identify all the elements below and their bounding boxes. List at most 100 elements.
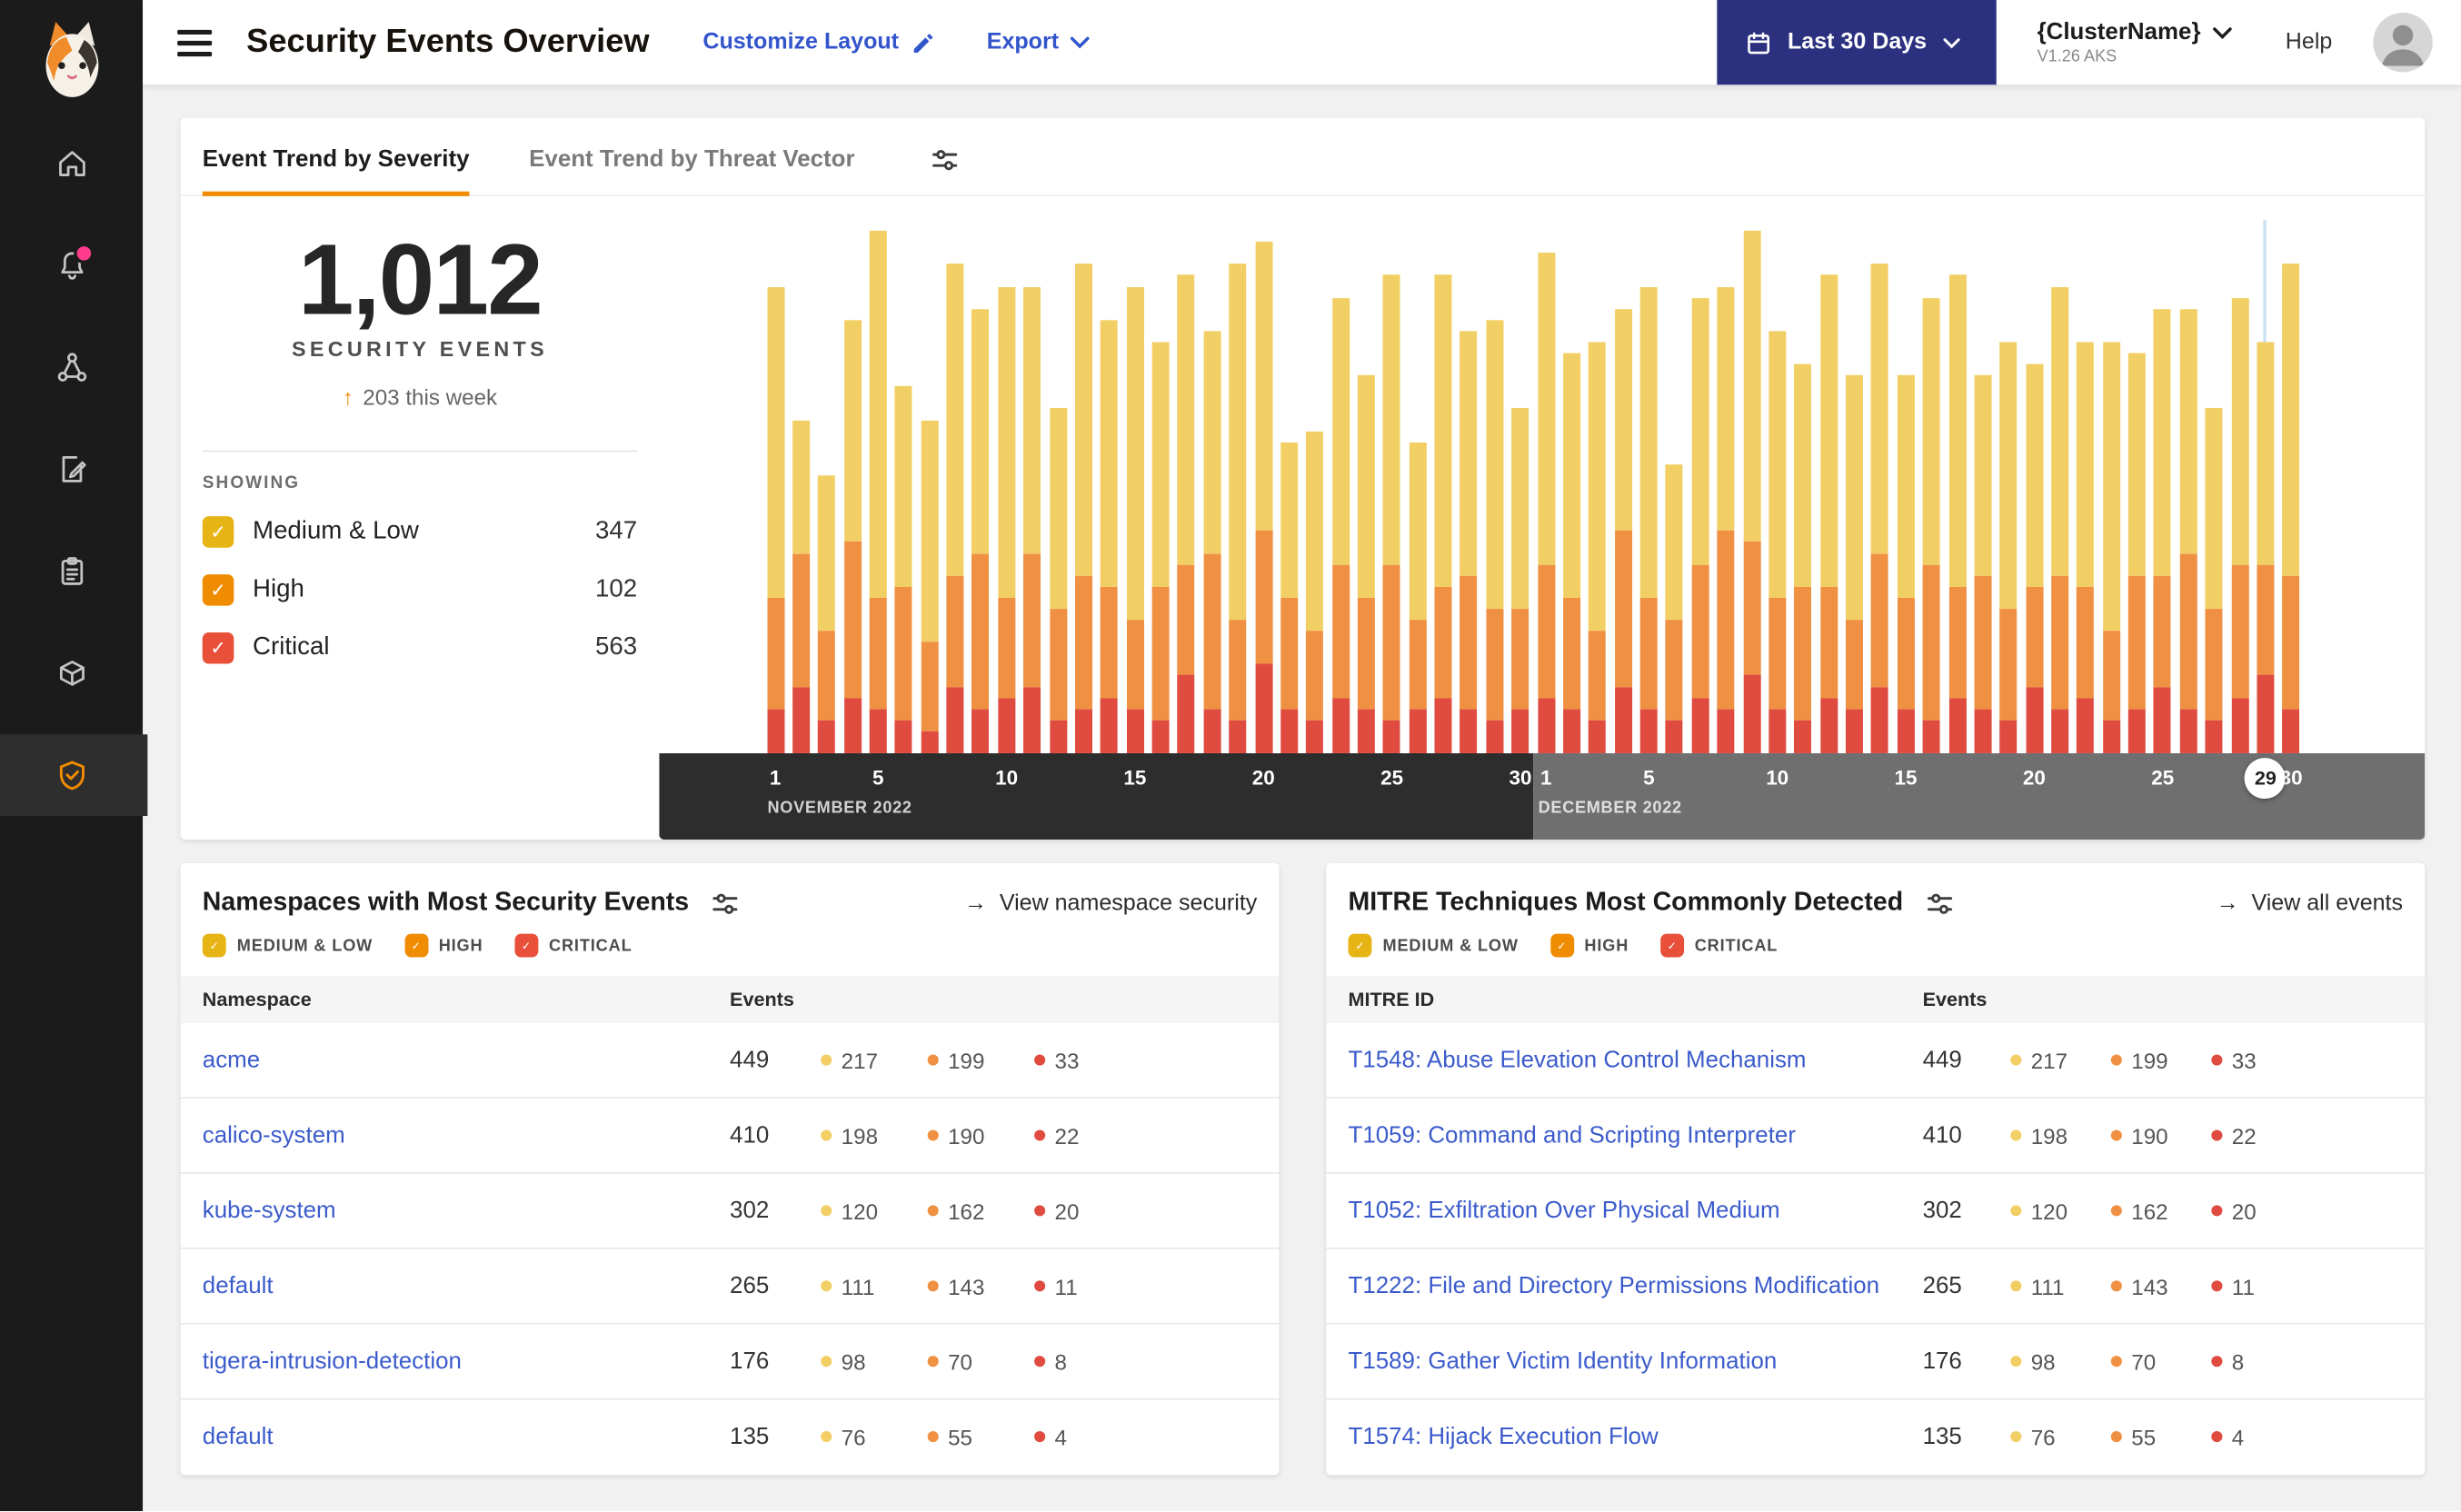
namespace-link[interactable]: default: [203, 1423, 730, 1449]
severity-chip[interactable]: ✓ HIGH: [1549, 933, 1629, 958]
chart-bar[interactable]: [1101, 220, 1119, 753]
chart-bar[interactable]: [1254, 220, 1272, 753]
namespaces-filter-settings-icon[interactable]: [711, 889, 739, 917]
chart-bar[interactable]: [1769, 220, 1787, 753]
namespace-link[interactable]: kube-system: [203, 1198, 730, 1224]
sidebar-item-home[interactable]: [0, 123, 143, 204]
namespace-link[interactable]: default: [203, 1273, 730, 1299]
calico-logo[interactable]: [35, 15, 107, 100]
severity-filter-row[interactable]: ✓ Critical 563: [181, 619, 660, 677]
severity-chip[interactable]: ✓ CRITICAL: [1659, 933, 1778, 958]
severity-checkbox[interactable]: ✓: [1348, 933, 1372, 958]
chart-bar[interactable]: [1614, 220, 1632, 753]
sidebar-item-compliance[interactable]: [0, 531, 143, 612]
severity-chip[interactable]: ✓ MEDIUM & LOW: [1348, 933, 1518, 958]
severity-chip[interactable]: ✓ HIGH: [404, 933, 483, 958]
chart-bar[interactable]: [2205, 220, 2223, 753]
namespace-link[interactable]: calico-system: [203, 1122, 730, 1149]
chart-bar[interactable]: [2077, 220, 2095, 753]
severity-checkbox[interactable]: ✓: [1659, 933, 1684, 958]
chart-bar[interactable]: [2179, 220, 2197, 753]
severity-checkbox[interactable]: ✓: [514, 933, 538, 958]
chart-bar[interactable]: [946, 220, 964, 753]
chart-bar[interactable]: [1666, 220, 1684, 753]
sidebar-item-alerts[interactable]: [0, 224, 143, 306]
chart-bar[interactable]: [2051, 220, 2069, 753]
severity-checkbox[interactable]: ✓: [202, 933, 226, 958]
mitre-technique-link[interactable]: T1589: Gather Victim Identity Informatio…: [1348, 1348, 1922, 1374]
chart-bar[interactable]: [1999, 220, 2018, 753]
chart-bar[interactable]: [843, 220, 862, 753]
chart-bar[interactable]: [1589, 220, 1607, 753]
chart-bar[interactable]: [1537, 220, 1555, 753]
trend-filter-settings-icon[interactable]: [930, 146, 958, 174]
namespace-link[interactable]: tigera-intrusion-detection: [203, 1348, 730, 1374]
mitre-technique-link[interactable]: T1052: Exfiltration Over Physical Medium: [1348, 1198, 1922, 1224]
chart-bar[interactable]: [921, 220, 939, 753]
view-namespace-security-link[interactable]: → View namespace security: [964, 890, 1257, 916]
chart-bar[interactable]: [1280, 220, 1299, 753]
user-avatar[interactable]: [2373, 12, 2433, 73]
tab-event-trend-by-threat-vector[interactable]: Event Trend by Threat Vector: [529, 123, 854, 196]
chart-bar[interactable]: [2257, 220, 2275, 753]
chart-bar[interactable]: [1819, 220, 1838, 753]
chart-bar[interactable]: [1948, 220, 1967, 753]
export-button[interactable]: Export: [987, 30, 1089, 55]
chart-bar[interactable]: [1049, 220, 1067, 753]
chart-bar[interactable]: [1126, 220, 1144, 753]
chart-bar[interactable]: [1691, 220, 1709, 753]
chart-bar[interactable]: [971, 220, 990, 753]
mitre-technique-link[interactable]: T1548: Abuse Elevation Control Mechanism: [1348, 1047, 1922, 1073]
chart-bar[interactable]: [1486, 220, 1504, 753]
severity-checkbox[interactable]: ✓: [202, 632, 234, 663]
chart-bar[interactable]: [1203, 220, 1221, 753]
chart-bar[interactable]: [1974, 220, 1992, 753]
cluster-selector[interactable]: {ClusterName} V1.26 AKS: [2038, 19, 2233, 66]
chart-bar[interactable]: [1229, 220, 1247, 753]
chart-bar[interactable]: [1846, 220, 1864, 753]
chart-bar[interactable]: [1897, 220, 1915, 753]
chart-bar[interactable]: [1871, 220, 1889, 753]
chart-bar[interactable]: [1794, 220, 1812, 753]
mitre-technique-link[interactable]: T1222: File and Directory Permissions Mo…: [1348, 1273, 1922, 1299]
chart-bar[interactable]: [1639, 220, 1658, 753]
chart-bar[interactable]: [2231, 220, 2249, 753]
chart-bar[interactable]: [1074, 220, 1092, 753]
chart-bar[interactable]: [1177, 220, 1195, 753]
severity-chip[interactable]: ✓ MEDIUM & LOW: [202, 933, 373, 958]
severity-checkbox[interactable]: ✓: [202, 515, 234, 548]
sidebar-item-policies[interactable]: [0, 428, 143, 510]
chart-bar[interactable]: [894, 220, 912, 753]
chart-bar[interactable]: [1383, 220, 1401, 753]
chart-bar[interactable]: [1434, 220, 1452, 753]
customize-layout-button[interactable]: Customize Layout: [702, 30, 933, 55]
chart-bar[interactable]: [2102, 220, 2120, 753]
chart-bar[interactable]: [818, 220, 836, 753]
chart-bar[interactable]: [2282, 220, 2300, 753]
chart-bar[interactable]: [1717, 220, 1735, 753]
severity-chip[interactable]: ✓ CRITICAL: [514, 933, 633, 958]
chart-bar[interactable]: [1357, 220, 1375, 753]
sidebar-item-service-graph[interactable]: [0, 326, 143, 408]
sidebar-item-image-assurance[interactable]: [0, 632, 143, 714]
chart-bar[interactable]: [1511, 220, 1529, 753]
namespace-link[interactable]: acme: [203, 1047, 730, 1073]
chart-bar[interactable]: [1023, 220, 1041, 753]
chart-bar[interactable]: [1409, 220, 1427, 753]
date-range-button[interactable]: Last 30 Days: [1717, 0, 1997, 85]
chart-bar[interactable]: [792, 220, 810, 753]
chart-bar[interactable]: [2128, 220, 2146, 753]
sidebar-item-security-events[interactable]: [0, 734, 148, 817]
chart-bar[interactable]: [869, 220, 887, 753]
tab-event-trend-by-severity[interactable]: Event Trend by Severity: [202, 123, 470, 196]
mitre-filter-settings-icon[interactable]: [1925, 889, 1953, 917]
help-link[interactable]: Help: [2286, 30, 2333, 55]
severity-checkbox[interactable]: ✓: [1549, 933, 1574, 958]
chart-bar[interactable]: [1742, 220, 1760, 753]
severity-checkbox[interactable]: ✓: [202, 573, 234, 606]
view-all-events-link[interactable]: → View all events: [2217, 890, 2403, 916]
mitre-technique-link[interactable]: T1059: Command and Scripting Interpreter: [1348, 1122, 1922, 1149]
severity-filter-row[interactable]: ✓ High 102: [181, 561, 660, 619]
chart-bar[interactable]: [2025, 220, 2043, 753]
chart-bar[interactable]: [1306, 220, 1324, 753]
